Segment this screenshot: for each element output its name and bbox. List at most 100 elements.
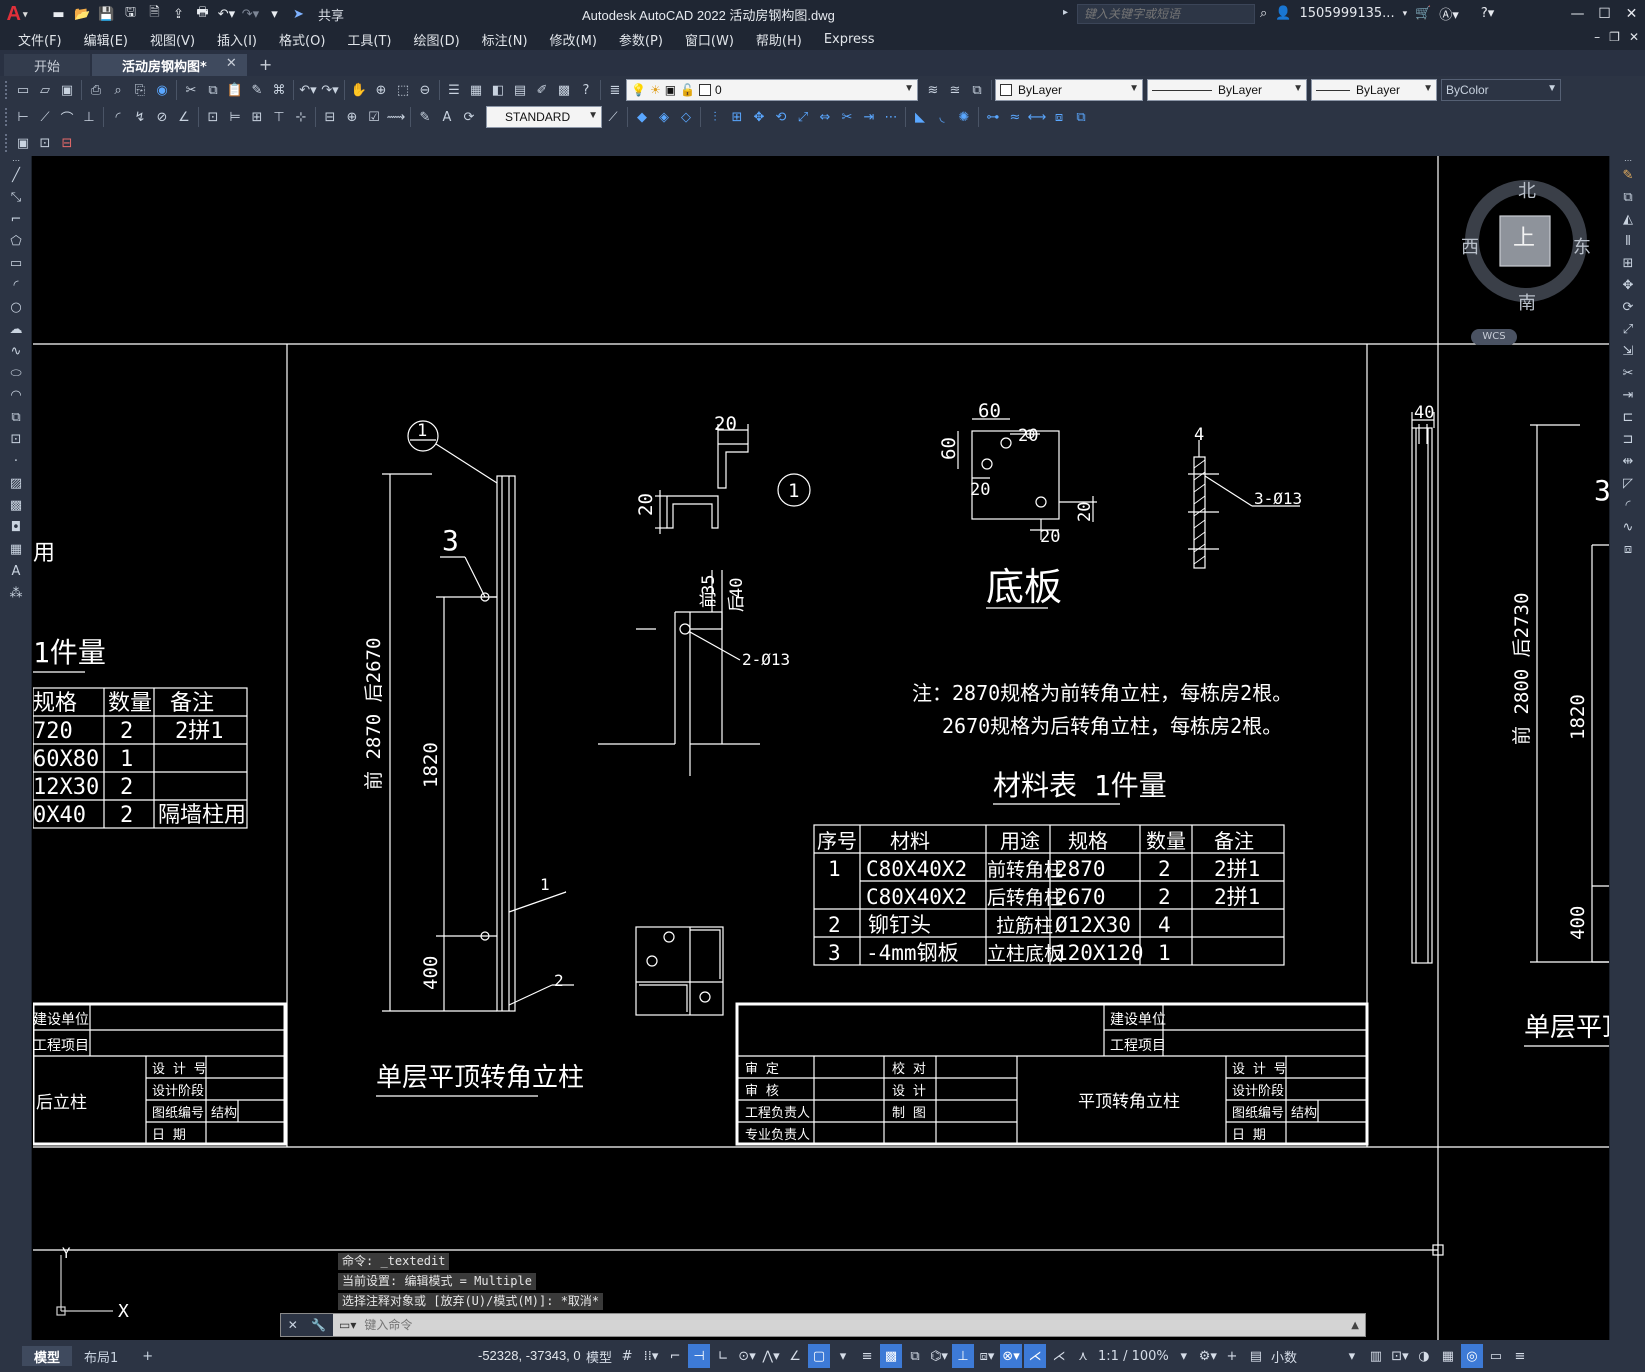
dimstyle-dropdown[interactable]: STANDARD ▼	[486, 106, 602, 128]
dim-update-icon[interactable]: ⟳	[458, 107, 480, 127]
lineweight-icon[interactable]: ≡	[856, 1344, 878, 1368]
3d-osnap-icon[interactable]: ⌬▾	[928, 1344, 950, 1368]
rotate-icon[interactable]: ⟳	[1610, 296, 1645, 318]
quick-properties-icon[interactable]: ▥	[1365, 1344, 1387, 1368]
units-selector[interactable]: 小数	[1269, 1344, 1339, 1368]
redo-icon[interactable]: ↷▾	[319, 80, 341, 100]
erase-icon[interactable]: ◆	[631, 107, 653, 127]
doc-restore-button[interactable]: ❐	[1609, 30, 1620, 44]
grid-icon[interactable]: #	[616, 1344, 638, 1368]
dim-edit-icon[interactable]: ✎	[414, 107, 436, 127]
viewcube-west[interactable]: 西	[1461, 233, 1479, 259]
isolate-objects-icon[interactable]: ◑	[1413, 1344, 1435, 1368]
dim-break-icon[interactable]: ⊹	[290, 107, 312, 127]
calculator-icon[interactable]: ▩	[553, 80, 575, 100]
extend-icon[interactable]: ⇥	[858, 107, 880, 127]
tab-layout1[interactable]: 布局1	[72, 1346, 130, 1366]
menu-modify[interactable]: 修改(M)	[550, 30, 597, 49]
add-layout-button[interactable]: +	[130, 1346, 165, 1366]
move-icon[interactable]: ✥	[748, 107, 770, 127]
menu-parametric[interactable]: 参数(P)	[619, 30, 663, 49]
pan-icon[interactable]: ✋	[348, 80, 370, 100]
chevron-down-icon[interactable]: ▾	[1341, 1344, 1363, 1368]
model-space-toggle[interactable]: 模型	[584, 1344, 614, 1368]
trim-icon[interactable]: ✂	[836, 107, 858, 127]
save-icon[interactable]: ▣	[56, 80, 78, 100]
explode-icon[interactable]: ✺	[953, 107, 975, 127]
fillet-icon[interactable]: ◜	[1610, 494, 1645, 516]
inspection-icon[interactable]: ☑	[363, 107, 385, 127]
tool-palettes-icon[interactable]: ◧	[487, 80, 509, 100]
lengthen-icon[interactable]: ⟷	[1026, 107, 1048, 127]
toolbar-grip[interactable]	[5, 81, 9, 99]
autodesk-a360-icon[interactable]: Ⓐ▾	[1439, 4, 1459, 23]
grip-handle[interactable]: ⋯	[0, 156, 32, 165]
extend-icon[interactable]: ⇥	[1610, 384, 1645, 406]
draworder-icon[interactable]: ⧉	[1070, 107, 1092, 127]
zoom-realtime-icon[interactable]: ⊕	[370, 80, 392, 100]
search-input[interactable]	[1077, 4, 1255, 24]
table-icon[interactable]: ▦	[0, 538, 32, 560]
object-snap-tracking-icon[interactable]: ∠	[784, 1344, 806, 1368]
color-dropdown[interactable]: ByLayer ▼	[995, 79, 1143, 101]
selection-cycling-icon[interactable]: ⧉	[904, 1344, 926, 1368]
dim-aligned-icon[interactable]: ⟋	[34, 107, 56, 127]
circle-icon[interactable]: ○	[0, 296, 32, 318]
object-snap-icon[interactable]: ▢	[808, 1344, 831, 1368]
chamfer-icon[interactable]: ◣	[909, 107, 931, 127]
open-icon[interactable]: ▱	[34, 80, 56, 100]
viewport-scale[interactable]: 1:1 / 100%	[1096, 1344, 1171, 1368]
dim-continue-icon[interactable]: ⊞	[246, 107, 268, 127]
toolbar-grip[interactable]	[5, 108, 9, 126]
share-label[interactable]: 共享	[318, 5, 344, 24]
menu-help[interactable]: 帮助(H)	[756, 30, 802, 49]
cart-icon[interactable]: 🛒	[1415, 6, 1431, 21]
customize-command-icon[interactable]: 🔧	[311, 1318, 326, 1332]
line-icon[interactable]: ╱	[0, 164, 32, 186]
copy-object-icon[interactable]: ◈	[653, 107, 675, 127]
customize-qat-icon[interactable]: ▾	[264, 4, 285, 24]
chevron-down-icon[interactable]: ▾	[1403, 9, 1408, 19]
units-icon[interactable]: ▤	[1245, 1344, 1267, 1368]
make-block-icon[interactable]: ⊡	[0, 428, 32, 450]
close-command-icon[interactable]: ✕	[288, 1318, 298, 1332]
drawing-canvas[interactable]: 用 1件量 规格 数量 备注 720 2 2拼1 60X80 1 12X30 2…	[33, 156, 1609, 1340]
toolbar-grip[interactable]	[5, 134, 9, 152]
point-icon[interactable]: ·	[0, 450, 32, 472]
gradient-icon[interactable]: ▩	[0, 494, 32, 516]
design-center-icon[interactable]: ◉	[151, 80, 173, 100]
undo-icon[interactable]: ↶▾	[297, 80, 319, 100]
viewcube-east[interactable]: 东	[1573, 233, 1591, 259]
plot-preview-icon[interactable]: ⌕	[107, 80, 129, 100]
chevron-down-icon[interactable]: ▾	[1173, 1344, 1195, 1368]
menu-express[interactable]: Express	[824, 32, 875, 47]
ellipse-arc-icon[interactable]: ◠	[0, 384, 32, 406]
dim-ordinate-icon[interactable]: ⊥	[78, 107, 100, 127]
block-editor-icon[interactable]: ⌘	[268, 80, 290, 100]
erase-icon[interactable]: ✎	[1610, 164, 1645, 186]
tab-model[interactable]: 模型	[22, 1346, 73, 1366]
viewcube-north[interactable]: 北	[1518, 177, 1536, 203]
close-tab-icon[interactable]: ✕	[226, 56, 237, 71]
arc-icon[interactable]: ◜	[0, 274, 32, 296]
help-icon[interactable]: ?	[575, 80, 597, 100]
gizmo-icon[interactable]: ⊗▾	[1000, 1344, 1023, 1368]
plot-icon[interactable]: ⎙	[85, 80, 107, 100]
dim-angular-icon[interactable]: ∠	[173, 107, 195, 127]
layer-dropdown[interactable]: 💡 ☀ ▣ 🔓 0 ▼	[626, 79, 918, 101]
dim-baseline-icon[interactable]: ⊨	[224, 107, 246, 127]
scale-icon[interactable]: ⤢	[792, 107, 814, 127]
menu-draw[interactable]: 绘图(D)	[414, 30, 460, 49]
revision-cloud-icon[interactable]: ☁	[0, 318, 32, 340]
blend-icon[interactable]: ≈	[1004, 107, 1026, 127]
open-icon[interactable]: 📂	[72, 4, 93, 24]
tolerance-icon[interactable]: ⊟	[319, 107, 341, 127]
fillet-icon[interactable]: ◟	[931, 107, 953, 127]
search-icon[interactable]: ⌕	[1260, 6, 1267, 21]
isodraft-icon[interactable]: ⋀▾	[760, 1344, 782, 1368]
blend-icon[interactable]: ∿	[1610, 516, 1645, 538]
undo-icon[interactable]: ↶▾	[216, 4, 237, 24]
trim-icon[interactable]: ✂	[1610, 362, 1645, 384]
design-center2-icon[interactable]: ▦	[465, 80, 487, 100]
zoom-window-icon[interactable]: ⬚	[392, 80, 414, 100]
